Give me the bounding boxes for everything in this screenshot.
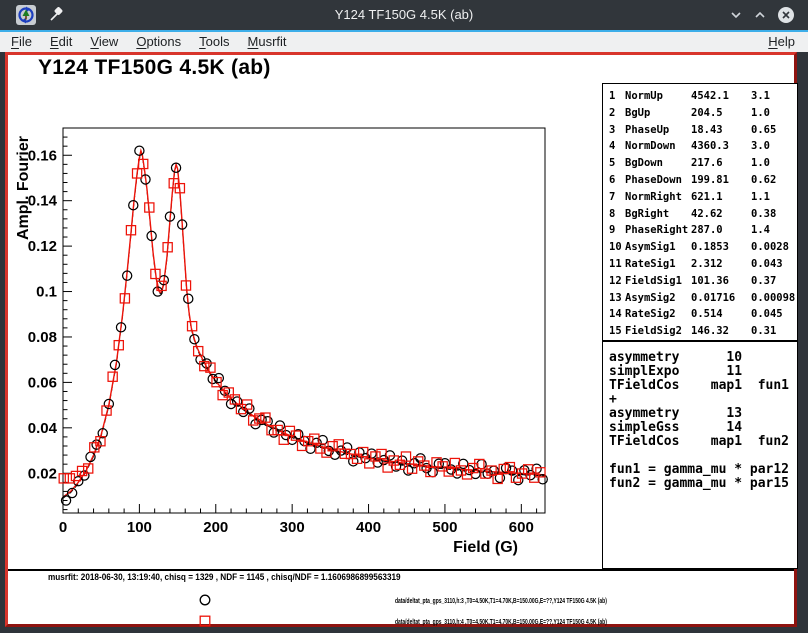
param-row: 14RateSig20.5140.045 xyxy=(609,306,797,323)
theory-line: TFieldCos map1 fun1 xyxy=(609,379,797,393)
x-tick-label: 200 xyxy=(203,519,228,536)
y-axis-title: Ampl. Fourier xyxy=(15,136,32,240)
theory-line: asymmetry 13 xyxy=(609,407,797,421)
legend-circle-marker xyxy=(198,593,212,612)
theory-box[interactable]: asymmetry 10simplExpo 11TFieldCos map1 f… xyxy=(602,341,798,569)
x-tick-label: 500 xyxy=(432,519,457,536)
param-row: 6PhaseDown199.810.62 xyxy=(609,172,797,189)
param-row: 9PhaseRight287.01.4 xyxy=(609,222,797,239)
param-row: 1NormUp4542.13.1 xyxy=(609,88,797,105)
info-separator-line xyxy=(8,569,794,571)
param-row: 10AsymSig10.18530.0028 xyxy=(609,239,797,256)
legend-label: data/deltat_pta_gps_3110,h:3 ,T0=4.50K,T… xyxy=(395,596,607,605)
theory-line: fun2 = gamma_mu * par15 xyxy=(609,477,797,491)
param-row: 7NormRight621.11.1 xyxy=(609,189,797,206)
data-point-square xyxy=(377,449,386,458)
app-window: Y124 TF150G 4.5K (ab) FileEditViewOption… xyxy=(0,0,808,633)
y-tick-label: 0.04 xyxy=(28,420,58,437)
theory-line: fun1 = gamma_mu * par12 xyxy=(609,463,797,477)
y-tick-label: 0.12 xyxy=(28,238,57,255)
close-button[interactable] xyxy=(776,5,796,25)
x-tick-label: 100 xyxy=(127,519,152,536)
window-title: Y124 TF150G 4.5K (ab) xyxy=(0,0,808,30)
minimize-button[interactable] xyxy=(726,5,746,25)
x-tick-label: 400 xyxy=(356,519,381,536)
y-tick-label: 0.14 xyxy=(28,193,58,210)
data-point-square xyxy=(59,474,68,483)
x-tick-label: 300 xyxy=(280,519,305,536)
menu-edit[interactable]: Edit xyxy=(41,32,81,52)
theory-line: asymmetry 10 xyxy=(609,351,797,365)
param-row: 2BgUp204.51.0 xyxy=(609,105,797,122)
theory-line: + xyxy=(609,393,797,407)
fit-parameter-box[interactable]: 1NormUp4542.13.12BgUp204.51.03PhaseUp18.… xyxy=(602,83,798,341)
param-row: 5BgDown217.61.0 xyxy=(609,155,797,172)
param-row: 11RateSig12.3120.043 xyxy=(609,256,797,273)
y-tick-label: 0.02 xyxy=(28,465,57,482)
menu-options[interactable]: Options xyxy=(127,32,190,52)
theory-line xyxy=(609,449,797,463)
menu-view[interactable]: View xyxy=(81,32,127,52)
param-row: 8BgRight42.620.38 xyxy=(609,206,797,223)
menu-file[interactable]: File xyxy=(2,32,41,52)
legend-entry: data/deltat_pta_gps_3110,h:3 ,T0=4.50K,T… xyxy=(8,593,794,609)
titlebar[interactable]: Y124 TF150G 4.5K (ab) xyxy=(0,0,808,30)
y-tick-label: 0.08 xyxy=(28,329,57,346)
param-row: 13AsymSig20.017160.00098 xyxy=(609,290,797,307)
param-row: 15FieldSig2146.320.31 xyxy=(609,323,797,340)
theory-line: simpleGss 14 xyxy=(609,421,797,435)
theory-line: simplExpo 11 xyxy=(609,365,797,379)
legend-label: data/deltat_pta_gps_3110,h:4 ,T0=4.50K,T… xyxy=(395,617,607,626)
legend-square-marker xyxy=(198,614,212,633)
root-canvas[interactable]: Y124 TF150G 4.5K (ab) 010020030040050060… xyxy=(5,52,797,627)
data-point-circle xyxy=(514,476,523,485)
y-tick-label: 0.1 xyxy=(36,284,57,301)
y-tick-label: 0.06 xyxy=(28,374,57,391)
menu-help[interactable]: Help xyxy=(759,32,804,52)
menu-musrfit[interactable]: Musrfit xyxy=(239,32,296,52)
x-axis-title: Field (G) xyxy=(453,539,518,556)
x-tick-label: 600 xyxy=(509,519,534,536)
theory-line: TFieldCos map1 fun2 xyxy=(609,435,797,449)
menu-tools[interactable]: Tools xyxy=(190,32,238,52)
x-tick-label: 0 xyxy=(59,519,67,536)
legend-entry: data/deltat_pta_gps_3110,h:4 ,T0=4.50K,T… xyxy=(8,614,794,630)
maximize-button[interactable] xyxy=(750,5,770,25)
param-row: 12FieldSig1101.360.37 xyxy=(609,273,797,290)
menubar: FileEditViewOptionsToolsMusrfit Help xyxy=(0,32,808,52)
y-tick-label: 0.16 xyxy=(28,147,57,164)
fit-status-line: musrfit: 2018-06-30, 13:19:40, chisq = 1… xyxy=(48,572,401,582)
param-row: 3PhaseUp18.430.65 xyxy=(609,122,797,139)
param-row: 4NormDown4360.33.0 xyxy=(609,138,797,155)
data-point-circle xyxy=(135,146,144,155)
